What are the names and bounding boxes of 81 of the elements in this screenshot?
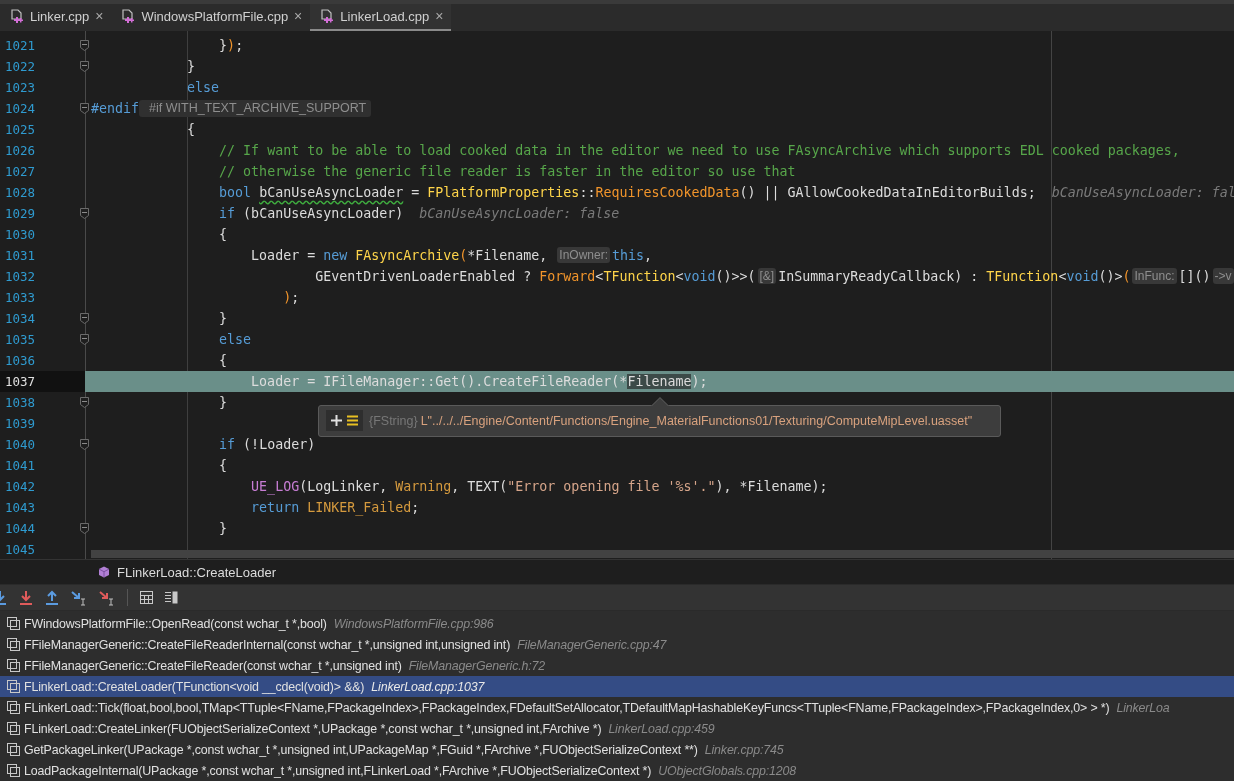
force-run-to-cursor-icon[interactable] (99, 589, 115, 606)
frame-icon (7, 638, 20, 651)
fold-icon[interactable] (80, 438, 89, 450)
columns-icon[interactable] (165, 591, 178, 604)
value-hint: bCanUseAsyncLoader: fal (1051, 183, 1234, 202)
code-text: { (219, 225, 228, 244)
call-stack-row[interactable]: LoadPackageInternal(UPackage *,const wchar_t *,unsigned int,FLinkerLoad *,FArchive *,FUObjectSerializeContext *) UObjectGlobals.cpp:1208 (0, 760, 1234, 781)
close-icon[interactable]: × (95, 8, 104, 25)
run-to-cursor-icon[interactable] (71, 589, 87, 606)
fold-icon[interactable] (80, 207, 89, 219)
frame-icon (7, 701, 20, 714)
cpp-file-icon (121, 8, 136, 24)
value-type: {FString} (369, 413, 418, 428)
code-text: UE_LOG(LogLinker, Warning, TEXT("Error opening file '%s'."), *Filename); (251, 477, 828, 497)
editor-tab[interactable]: LinkerLoad.cpp × (310, 4, 452, 31)
code-text: Loader = new FAsyncArchive(*Filename, (251, 246, 549, 265)
code-text: if (bCanUseAsyncLoader) (219, 204, 404, 223)
fold-icon[interactable] (80, 39, 89, 51)
code-text: else (187, 78, 220, 97)
cube-icon (98, 566, 110, 578)
fold-icon[interactable] (80, 522, 89, 534)
editor-tab[interactable]: WindowsPlatformFile.cpp × (111, 4, 311, 31)
frame-icon (7, 617, 20, 630)
horizontal-scrollbar[interactable] (91, 549, 1234, 558)
frame-icon (7, 680, 20, 693)
function-breadcrumb[interactable]: FLinkerLoad::CreateLoader (117, 564, 276, 580)
call-stack-row[interactable]: FLinkerLoad::Tick(float,bool,bool,TMap<TTuple<FName,FPackageIndex>,FPackageIndex,FDefaultSetAllocator,TDefaultMapHashableKeyFuncs<TTuple<FName,FPackageIndex>,FPackageIndex,0> > *) LinkerLoa (0, 697, 1234, 718)
close-icon[interactable]: × (435, 8, 444, 25)
call-stack-row[interactable]: FWindowsPlatformFile::OpenRead(const wchar_t *,bool) WindowsPlatformFile.cpp:986 (0, 613, 1234, 634)
code-text: InSummaryReadyCallback) : TFunction<void()>( (778, 267, 1131, 286)
call-stack-row[interactable]: FFileManagerGeneric::CreateFileReaderInternal(const wchar_t *,unsigned int,unsigned int) FileManagerGeneric.cpp:47 (0, 634, 1234, 655)
code-text: bool bCanUseAsyncLoader = FPlatformProperties::RequiresCookedData() || GAllowCookedDataInEditorBuilds; (219, 183, 1036, 203)
inlay-hint: InOwner: (557, 247, 611, 264)
fold-icon[interactable] (80, 333, 89, 345)
code-text: } (219, 393, 228, 412)
line-number: 1037 (0, 370, 85, 392)
editor-tab[interactable]: Linker.cpp × (0, 4, 112, 31)
inlay-hint: InFunc: (1132, 268, 1177, 285)
code-text: { (187, 120, 196, 139)
frame-icon (7, 743, 20, 756)
value-text: L"../../../Engine/Content/Functions/Engine_MaterialFunctions01/Texturing/ComputeMipLevel.uasset" (420, 413, 973, 428)
fold-icon[interactable] (80, 312, 89, 324)
code-text: // If want to be able to load cooked data in the editor we need to use FAsyncArchive which supports EDL cooked packages, (219, 141, 1180, 160)
folded-region: #if WITH_TEXT_ARCHIVE_SUPPORT (139, 99, 372, 117)
step-out-icon[interactable] (45, 589, 59, 606)
code-text: []() (1178, 267, 1211, 286)
fold-icon[interactable] (80, 396, 89, 408)
code-text: this, (612, 246, 653, 265)
close-icon[interactable]: × (294, 8, 303, 25)
code-text: } (219, 309, 228, 328)
fold-icon[interactable] (80, 60, 89, 72)
code-text: }); (219, 36, 244, 55)
code-text: GEventDrivenLoaderEnabled ? Forward<TFunction<void()>>( (315, 267, 756, 286)
value-hint: bCanUseAsyncLoader: false (419, 204, 620, 223)
inlay-hint: [&] (757, 268, 777, 285)
code-text: return LINKER_Failed; (251, 498, 420, 518)
step-into-icon[interactable] (19, 589, 33, 606)
frame-icon (7, 659, 20, 672)
code-text: { (219, 351, 228, 370)
code-text: // otherwise the generic file reader is faster in the editor so use that (219, 162, 796, 181)
fold-icon[interactable] (80, 102, 89, 114)
inlay-hint: ->v (1212, 268, 1234, 285)
code-text: } (219, 519, 228, 538)
expand-icon[interactable] (331, 415, 342, 427)
frame-icon (7, 764, 20, 777)
cpp-file-icon (10, 8, 24, 24)
frame-icon (7, 722, 20, 735)
code-text: else (219, 330, 252, 349)
code-text: { (219, 456, 228, 475)
call-stack-row[interactable]: FLinkerLoad::CreateLinker(FUObjectSerializeContext *,UPackage *,const wchar_t *,unsigned int,FArchive *) LinkerLoad.cpp:459 (0, 718, 1234, 739)
code-text: Loader = IFileManager::Get().CreateFileReader(*Filename); (251, 372, 708, 391)
grid-icon[interactable] (140, 591, 153, 604)
cpp-file-icon (320, 8, 335, 24)
call-stack-row[interactable]: GetPackageLinker(UPackage *,const wchar_t *,unsigned int,UPackageMap *,FGuid *,FArchive *,FUObjectSerializeContext **) Linker.cpp:745 (0, 739, 1234, 760)
code-text: if (!Loader) (219, 435, 316, 454)
call-stack-row[interactable]: FLinkerLoad::CreateLoader(TFunction<void __cdecl(void)> &&) LinkerLoad.cpp:1037 (0, 676, 1234, 697)
list-icon[interactable] (347, 415, 358, 427)
code-text: ); (283, 288, 300, 307)
code-text: } (187, 57, 196, 76)
call-stack-row[interactable]: FFileManagerGeneric::CreateFileReader(const wchar_t *,unsigned int) FileManagerGeneric.h:72 (0, 655, 1234, 676)
code-text: #endif (91, 99, 140, 118)
